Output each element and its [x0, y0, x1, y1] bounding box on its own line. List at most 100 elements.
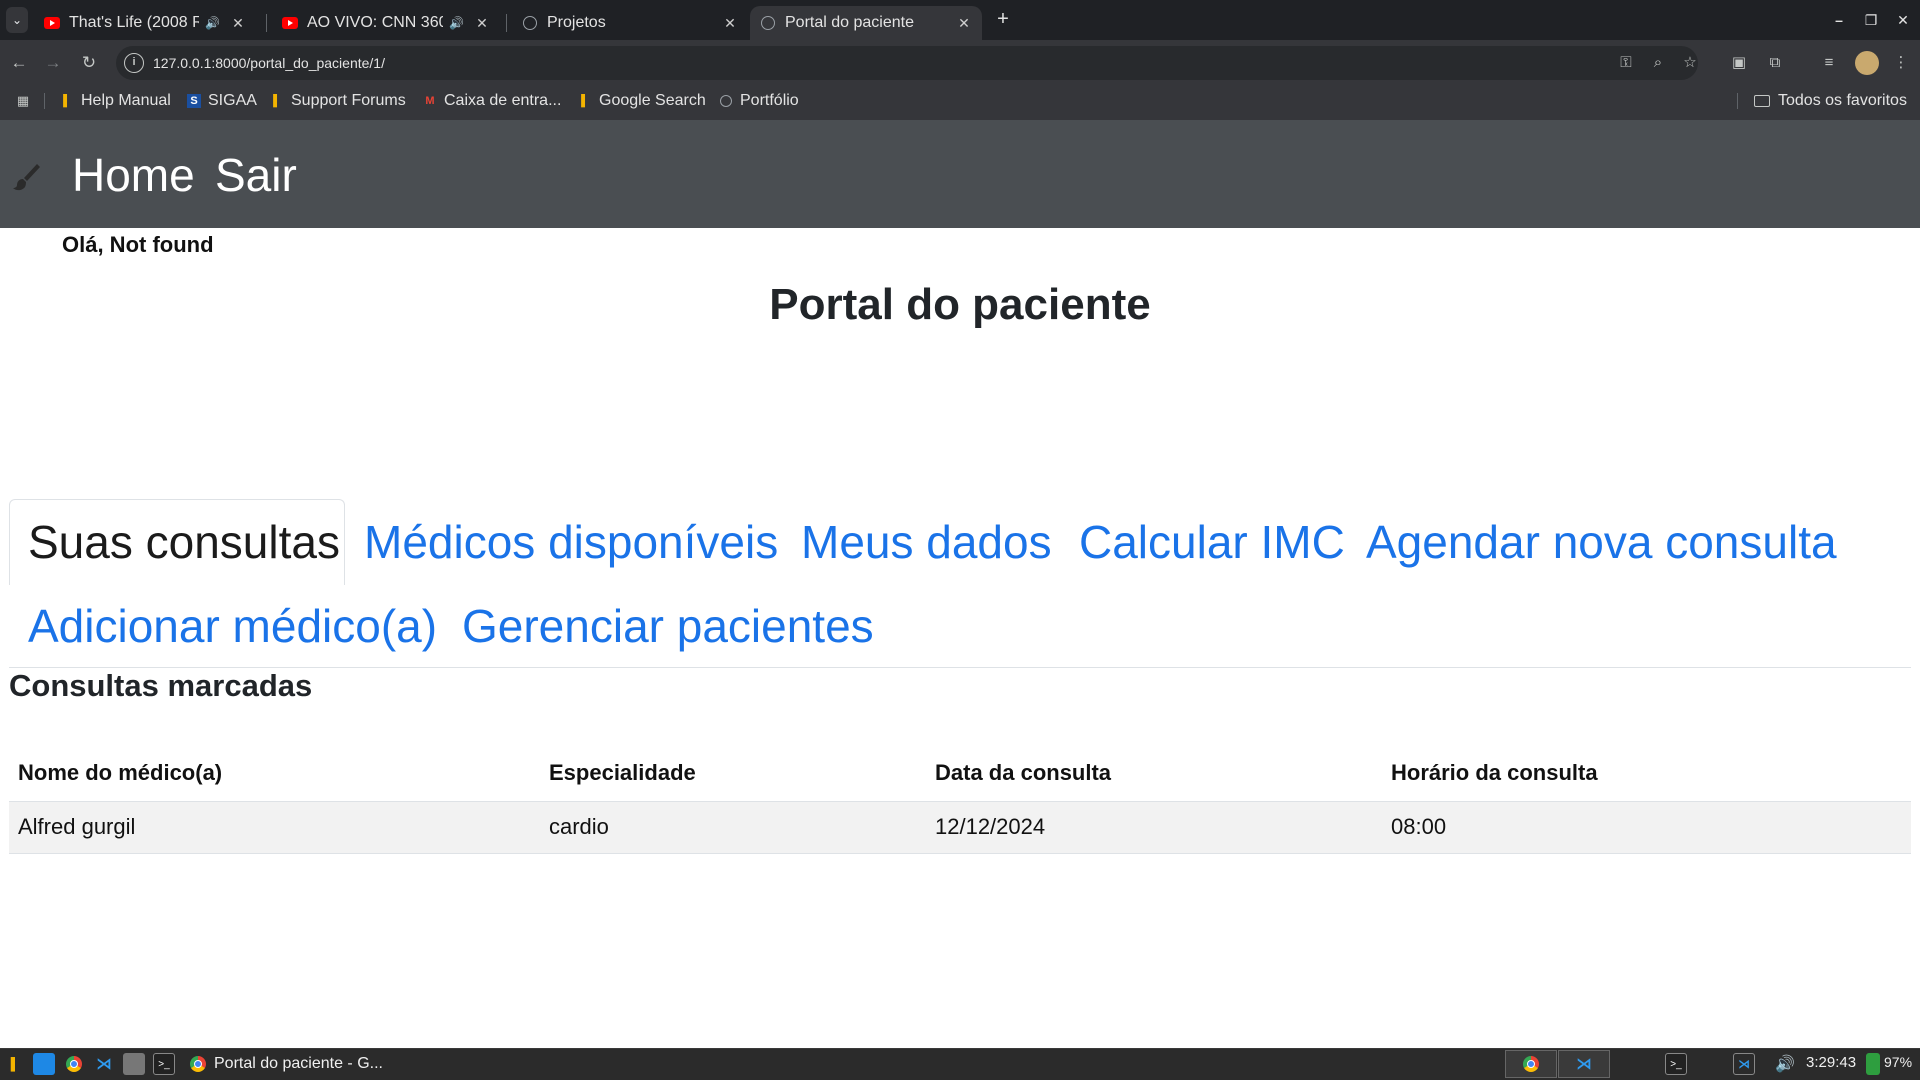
- table-header-specialty: Especialidade: [549, 760, 696, 785]
- tab-separator: [266, 14, 267, 32]
- tab-medicos-disponiveis[interactable]: Médicos disponíveis: [364, 515, 778, 569]
- site-info-icon[interactable]: i: [124, 53, 144, 73]
- file-manager-icon[interactable]: [33, 1053, 55, 1075]
- url-text[interactable]: 127.0.0.1:8000/portal_do_paciente/1/: [153, 53, 385, 73]
- taskbar-window-title: Portal do paciente - G...: [214, 1055, 383, 1072]
- chrome-icon: [1523, 1056, 1539, 1072]
- tab-adicionar-medico[interactable]: Adicionar médico(a): [28, 599, 437, 653]
- chrome-icon[interactable]: [63, 1053, 85, 1075]
- zoom-icon[interactable]: ⌕: [1646, 51, 1670, 75]
- youtube-icon: [44, 15, 60, 31]
- tab-gerenciar-pacientes[interactable]: Gerenciar pacientes: [462, 599, 874, 653]
- gmail-icon: M: [425, 95, 435, 107]
- speaker-icon[interactable]: 🔊: [205, 16, 220, 30]
- close-tab-icon[interactable]: ✕: [474, 15, 490, 32]
- bookmark-label: Portfólio: [740, 92, 799, 109]
- media-control-icon[interactable]: ≡: [1816, 50, 1842, 76]
- table-header-doctor: Nome do médico(a): [18, 760, 223, 785]
- folder-icon: [1754, 95, 1770, 107]
- battery-level: 97%: [1884, 1054, 1913, 1070]
- terminal-icon[interactable]: >_: [153, 1053, 175, 1075]
- bookmark-sigaa[interactable]: S SIGAA: [187, 90, 257, 112]
- table-cell-date: 12/12/2024: [935, 814, 1046, 839]
- bookmark-label: SIGAA: [208, 92, 257, 109]
- minimize-icon[interactable]: –: [1828, 8, 1850, 32]
- browser-tab-1[interactable]: That's Life (2008 Re 🔊 ✕: [34, 6, 256, 40]
- bookmark-support-forums[interactable]: ▌ Support Forums: [270, 90, 406, 112]
- bookmark-help-manual[interactable]: ▌ Help Manual: [60, 90, 171, 112]
- tab-suas-consultas[interactable]: Suas consultas: [28, 515, 340, 569]
- bookmark-portfolio[interactable]: Portfólio: [719, 90, 799, 112]
- bookmark-star-icon[interactable]: ☆: [1678, 51, 1702, 75]
- nav-logout-link[interactable]: Sair: [215, 148, 297, 202]
- bookmark-divider: [1737, 93, 1738, 109]
- tab-title: AO VIVO: CNN 360º: [307, 14, 444, 31]
- all-bookmarks-label: Todos os favoritos: [1778, 92, 1907, 109]
- close-tab-icon[interactable]: ✕: [722, 15, 738, 32]
- nav-home-link[interactable]: Home: [72, 148, 195, 202]
- workspace-chrome[interactable]: [1505, 1050, 1557, 1078]
- browser-tab-4-active[interactable]: Portal do paciente ✕: [750, 6, 982, 40]
- bookmark-icon: ▌: [273, 95, 281, 107]
- files-icon[interactable]: [123, 1053, 145, 1075]
- browser-tab-3[interactable]: Projetos ✕: [512, 6, 748, 40]
- terminal-tray-icon[interactable]: >_: [1665, 1053, 1687, 1075]
- tab-agendar-nova-consulta[interactable]: Agendar nova consulta: [1366, 515, 1837, 569]
- tab-separator: [506, 14, 507, 32]
- workspace-vscode[interactable]: ⋊: [1558, 1050, 1610, 1078]
- bookmark-label: Caixa de entra...: [444, 92, 562, 109]
- vscode-icon[interactable]: ⋊: [93, 1053, 115, 1075]
- globe-icon: [719, 94, 733, 108]
- table-header-date: Data da consulta: [935, 760, 1112, 785]
- vscode-icon: ⋊: [1576, 1056, 1592, 1073]
- bookmark-label: Help Manual: [81, 92, 171, 109]
- clock[interactable]: 3:29:43: [1806, 1054, 1856, 1071]
- section-title: Consultas marcadas: [9, 668, 313, 703]
- forward-icon[interactable]: →: [40, 50, 66, 76]
- new-tab-button[interactable]: +: [992, 8, 1014, 32]
- globe-icon: [760, 15, 776, 31]
- page-title: Portal do paciente: [769, 280, 1151, 329]
- back-icon[interactable]: ←: [6, 50, 32, 76]
- taskbar-window-chrome[interactable]: Portal do paciente - G...: [190, 1051, 383, 1077]
- all-bookmarks-folder[interactable]: Todos os favoritos: [1754, 90, 1907, 112]
- sigaa-icon: S: [187, 94, 201, 108]
- menu-kebab-icon[interactable]: ⋮: [1888, 50, 1914, 76]
- close-tab-icon[interactable]: ✕: [956, 15, 972, 32]
- chrome-icon: [190, 1056, 206, 1072]
- tab-title: That's Life (2008 Re: [69, 14, 200, 31]
- bookmark-google-search[interactable]: ▌ Google Search: [578, 90, 706, 112]
- start-menu-icon[interactable]: ▌: [4, 1053, 26, 1075]
- table-cell-time: 08:00: [1391, 814, 1447, 839]
- close-tab-icon[interactable]: ✕: [230, 15, 246, 32]
- reload-icon[interactable]: ↻: [76, 50, 102, 76]
- bookmark-gmail[interactable]: M Caixa de entra...: [423, 90, 561, 112]
- tab-title: Projetos: [547, 14, 606, 31]
- profile-avatar[interactable]: [1855, 51, 1879, 75]
- vscode-tray-icon[interactable]: ⋊: [1733, 1053, 1755, 1075]
- restore-icon[interactable]: ❐: [1860, 8, 1882, 32]
- bookmark-icon: ▌: [581, 95, 589, 107]
- extensions-puzzle-icon[interactable]: ⧉: [1762, 50, 1788, 76]
- password-key-icon[interactable]: ⚿: [1614, 51, 1638, 75]
- tab-search-button[interactable]: ⌄: [6, 7, 28, 33]
- browser-tab-2[interactable]: AO VIVO: CNN 360º 🔊 ✕: [272, 6, 500, 40]
- extension-icon[interactable]: ▣: [1726, 50, 1752, 76]
- bookmark-icon: ▌: [63, 95, 71, 107]
- speaker-icon[interactable]: 🔊: [449, 16, 464, 30]
- bookmark-label: Support Forums: [291, 92, 406, 109]
- paintbrush-icon[interactable]: [10, 160, 42, 192]
- apps-grid-icon[interactable]: ▦: [14, 92, 32, 110]
- user-greeting: Olá, Not found: [62, 232, 214, 257]
- youtube-icon: [282, 15, 298, 31]
- globe-icon: [522, 15, 538, 31]
- close-window-icon[interactable]: ✕: [1892, 8, 1914, 32]
- battery-icon[interactable]: [1866, 1053, 1880, 1075]
- tab-calcular-imc[interactable]: Calcular IMC: [1079, 515, 1345, 569]
- tab-title: Portal do paciente: [785, 14, 914, 31]
- tab-meus-dados[interactable]: Meus dados: [801, 515, 1052, 569]
- bookmark-divider: [44, 93, 45, 109]
- volume-icon[interactable]: 🔊: [1774, 1053, 1796, 1075]
- table-header-time: Horário da consulta: [1391, 760, 1598, 785]
- table-cell-doctor: Alfred gurgil: [18, 814, 136, 839]
